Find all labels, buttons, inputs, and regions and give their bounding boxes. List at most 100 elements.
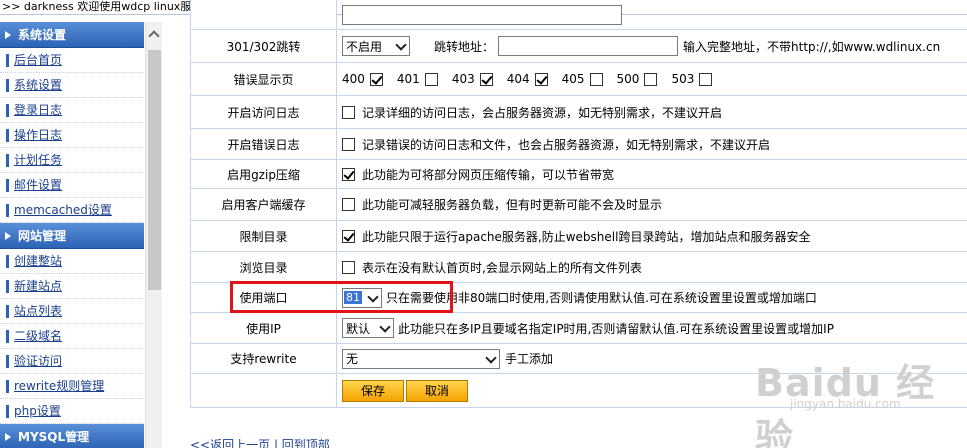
sidebar-item-scheduled-tasks[interactable]: 计划任务 (0, 148, 144, 173)
bullet-icon (6, 54, 9, 67)
rewrite-hint: 手工添加 (505, 352, 554, 366)
cancel-button[interactable]: 取消 (406, 379, 468, 402)
error-code-503-label: 503 (671, 72, 695, 86)
client-cache-desc: 此功能可减轻服务器负载，但有时更新可能不会及时显示 (362, 198, 663, 212)
sidebar-item-new-site[interactable]: 新建站点 (0, 274, 144, 299)
error-code-500-checkbox[interactable] (644, 72, 658, 86)
scrollbar-thumb[interactable] (148, 50, 161, 290)
bullet-icon (6, 405, 9, 418)
sidebar-link[interactable]: memcached设置 (14, 203, 112, 217)
bullet-icon (6, 204, 9, 217)
error-log-checkbox[interactable] (342, 137, 355, 151)
client-cache-checkbox[interactable] (342, 198, 355, 211)
sidebar-item-subdomain[interactable]: 二级域名 (0, 324, 144, 349)
jump-address-input[interactable] (498, 36, 679, 56)
expand-arrow-icon (5, 31, 11, 39)
form-row-partial (190, 0, 967, 30)
partial-input[interactable] (342, 4, 622, 25)
baidu-watermark-url: jingyan.baidu.com (790, 397, 901, 411)
error-code-405-checkbox[interactable] (589, 72, 603, 86)
row-label: 使用IP (191, 313, 337, 343)
form-row-restrict-dir: 限制目录 此功能只限于运行apache服务器,防止webshell跨目录跨站，增… (190, 221, 967, 252)
bullet-icon (6, 104, 9, 117)
sidebar-item-auth-access[interactable]: 验证访问 (0, 349, 144, 374)
sidebar-scrollbar[interactable] (145, 22, 162, 448)
bullet-icon (6, 330, 9, 343)
sidebar-link[interactable]: php设置 (14, 404, 61, 418)
error-code-403-checkbox[interactable] (479, 72, 493, 86)
sidebar-link[interactable]: 计划任务 (14, 153, 62, 167)
select-value: 不启用 (346, 39, 383, 54)
error-code-401-checkbox[interactable] (424, 72, 438, 86)
footer-separator: | (270, 438, 282, 448)
sidebar-section-site[interactable]: 网站管理 (0, 223, 144, 249)
rewrite-select[interactable]: 无 (342, 348, 500, 369)
row-label (191, 0, 337, 29)
error-log-desc: 记录错误的访问日志和文件，也会占服务器资源，如无特别需求，不建议开启 (362, 137, 771, 152)
sidebar-item-rewrite-rules[interactable]: rewrite规则管理 (0, 374, 144, 399)
form-row-error-log: 开启错误日志 记录错误的访问日志和文件，也会占服务器资源，如无特别需求，不建议开… (190, 129, 967, 160)
access-log-desc: 记录详细的访问日志，会占服务器资源，如无特别需求，不建议开启 (362, 105, 723, 120)
restrict-dir-checkbox[interactable] (342, 229, 355, 243)
sidebar-item-mail-settings[interactable]: 邮件设置 (0, 173, 144, 198)
form-row-error-page: 错误显示页 400 401 403 404 405 500 503 (190, 63, 967, 96)
sidebar-link[interactable]: rewrite规则管理 (14, 379, 104, 393)
row-label (191, 374, 337, 407)
sidebar-section-system[interactable]: 系统设置 (0, 22, 144, 48)
chevron-down-icon (377, 319, 393, 337)
chevron-down-icon (393, 37, 409, 55)
sidebar-link[interactable]: 登录日志 (14, 103, 62, 117)
sidebar-link[interactable]: 后台首页 (14, 53, 62, 67)
redirect-select[interactable]: 不启用 (342, 36, 410, 56)
save-button[interactable]: 保存 (342, 379, 404, 402)
sidebar-link[interactable]: 站点列表 (14, 304, 62, 318)
port-select[interactable]: 81 (342, 287, 382, 308)
sidebar-item-site-list[interactable]: 站点列表 (0, 299, 144, 324)
sidebar-item-login-log[interactable]: 登录日志 (0, 98, 144, 123)
sidebar-item-php-settings[interactable]: php设置 (0, 399, 144, 424)
sidebar-link[interactable]: 创建整站 (14, 254, 62, 268)
sidebar-item-home[interactable]: 后台首页 (0, 48, 144, 73)
form-row-access-log: 开启访问日志 记录详细的访问日志，会占服务器资源，如无特别需求，不建议开启 (190, 96, 967, 129)
expand-arrow-icon (5, 232, 11, 240)
error-code-404-checkbox[interactable] (534, 72, 548, 86)
row-label: 浏览目录 (191, 252, 337, 282)
sidebar-item-memcached[interactable]: memcached设置 (0, 198, 144, 223)
top-link[interactable]: 回到顶部 (282, 438, 330, 448)
row-label: 使用端口 (191, 283, 337, 312)
form-row-port: 使用端口 81 只在需要使用非80端口时使用,否则请使用默认值.可在系统设置里设… (190, 283, 967, 313)
sidebar-link[interactable]: 系统设置 (14, 78, 62, 92)
select-value: 81 (344, 291, 362, 304)
access-log-checkbox[interactable] (342, 105, 355, 119)
sidebar-item-create-site[interactable]: 创建整站 (0, 249, 144, 274)
error-code-500-label: 500 (616, 72, 640, 86)
select-value: 默认 (346, 321, 371, 336)
jump-address-hint: 输入完整地址，不带http://,如www.wdlinux.cn (683, 39, 941, 54)
back-link[interactable]: <<返回上一页 (190, 438, 270, 448)
jump-address-label: 跳转地址： (434, 39, 495, 54)
ip-select[interactable]: 默认 (342, 318, 394, 338)
sidebar-item-operation-log[interactable]: 操作日志 (0, 123, 144, 148)
restrict-dir-desc: 此功能只限于运行apache服务器,防止webshell跨目录跨站，增加站点和服… (362, 229, 811, 244)
sidebar-link[interactable]: 二级域名 (14, 329, 62, 343)
sidebar-link[interactable]: 邮件设置 (14, 178, 62, 192)
bullet-icon (6, 280, 9, 293)
sidebar-item-system-settings[interactable]: 系统设置 (0, 73, 144, 98)
form-row-ip: 使用IP 默认 此功能只在多IP且要域名指定IP时用,否则请留默认值.可在系统设… (190, 313, 967, 344)
bullet-icon (6, 355, 9, 368)
bullet-icon (6, 255, 9, 268)
error-code-400-checkbox[interactable] (369, 72, 383, 86)
sidebar-link[interactable]: 验证访问 (14, 354, 62, 368)
section-title: MYSQL管理 (18, 430, 90, 444)
sidebar-section-mysql[interactable]: MYSQL管理 (0, 424, 144, 448)
error-code-503-checkbox[interactable] (699, 72, 713, 86)
ip-desc: 此功能只在多IP且要域名指定IP时用,否则请留默认值.可在系统设置里设置或增加I… (398, 321, 834, 336)
gzip-desc: 此功能为可将部分网页压缩传输，可以节省带宽 (362, 167, 615, 182)
sidebar-link[interactable]: 操作日志 (14, 128, 62, 142)
scroll-up-icon[interactable] (148, 30, 160, 42)
browse-dir-checkbox[interactable] (342, 260, 355, 274)
gzip-checkbox[interactable] (342, 167, 355, 181)
chevron-down-icon (365, 289, 381, 307)
row-label: 支持rewrite (191, 344, 337, 373)
sidebar-link[interactable]: 新建站点 (14, 279, 62, 293)
